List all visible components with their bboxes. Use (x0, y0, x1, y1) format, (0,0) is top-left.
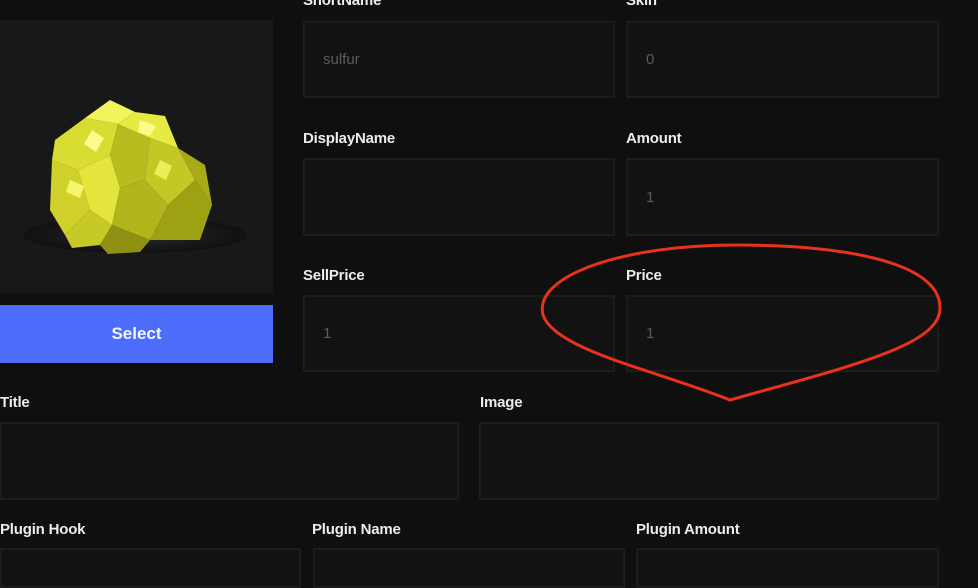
plugin-name-input[interactable] (315, 550, 623, 586)
price-input[interactable] (628, 297, 937, 370)
plugin-name-label: Plugin Name (312, 521, 401, 538)
displayname-field-wrap (303, 158, 615, 236)
amount-label: Amount (626, 130, 682, 147)
image-label: Image (480, 394, 523, 411)
plugin-hook-input[interactable] (2, 550, 299, 586)
plugin-name-field-wrap (313, 548, 625, 588)
sellprice-input[interactable] (305, 297, 613, 370)
title-input[interactable] (2, 424, 457, 498)
amount-field-wrap (626, 158, 939, 236)
select-item-button[interactable]: Select (0, 305, 273, 363)
skin-label: Skin (626, 0, 657, 9)
item-image-panel (0, 20, 273, 293)
image-input[interactable] (481, 424, 937, 498)
price-label: Price (626, 267, 662, 284)
image-field-wrap (479, 422, 939, 500)
title-field-wrap (0, 422, 459, 500)
plugin-hook-label: Plugin Hook (0, 521, 86, 538)
skin-field-wrap (626, 21, 939, 98)
plugin-amount-field-wrap (636, 548, 939, 588)
displayname-label: DisplayName (303, 130, 396, 147)
amount-input[interactable] (628, 160, 937, 234)
shortname-field-wrap (303, 21, 615, 98)
plugin-amount-input[interactable] (638, 550, 937, 586)
sulfur-ore-image (23, 100, 247, 254)
shortname-label: ShortName (303, 0, 382, 9)
sellprice-label: SellPrice (303, 267, 365, 284)
plugin-amount-label: Plugin Amount (636, 521, 740, 538)
displayname-input[interactable] (305, 160, 613, 234)
price-field-wrap (626, 295, 939, 372)
plugin-hook-field-wrap (0, 548, 301, 588)
sellprice-field-wrap (303, 295, 615, 372)
shortname-input[interactable] (305, 23, 613, 96)
title-label: Title (0, 394, 30, 411)
skin-input[interactable] (628, 23, 937, 96)
